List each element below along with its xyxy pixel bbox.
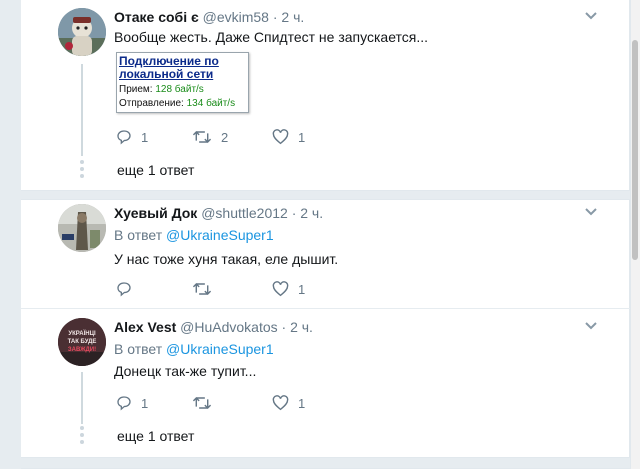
user-handle[interactable]: @HuAdvokatos (180, 319, 277, 335)
avatar[interactable]: УКРАЇНЦІ ТАК БУДЕ ЗАВЖДИ! (58, 318, 106, 366)
reply-count: 1 (141, 395, 149, 411)
reply-to-link[interactable]: @UkraineSuper1 (166, 227, 274, 243)
thread-line (81, 64, 83, 156)
svg-text:ТАК БУДЕ: ТАК БУДЕ (68, 339, 97, 345)
heart-icon (272, 129, 289, 145)
like-button[interactable]: 1 (272, 393, 305, 413)
chevron-down-icon[interactable] (584, 207, 598, 217)
timestamp[interactable]: · 2 ч. (292, 205, 323, 221)
thread-dots (79, 426, 85, 447)
reply-icon (117, 396, 131, 411)
retweet-icon (192, 282, 212, 296)
reply-button[interactable]: 1 (116, 127, 148, 147)
retweet-count: 2 (221, 129, 229, 145)
heart-icon (272, 395, 289, 411)
conversation-feed (21, 0, 630, 469)
reply-icon (117, 282, 131, 297)
chevron-down-icon[interactable] (584, 321, 598, 331)
show-more-replies-link[interactable]: еще 1 ответ (117, 428, 194, 444)
thread-dots (79, 160, 85, 181)
like-count: 1 (298, 395, 306, 411)
tweet-separator (21, 308, 630, 309)
display-name[interactable]: Alex Vest (114, 319, 176, 335)
like-button[interactable]: 1 (272, 127, 305, 147)
retweet-button[interactable]: 2 (192, 127, 228, 147)
page-background-left (0, 0, 21, 469)
thread-divider (21, 457, 630, 469)
retweet-icon (192, 130, 212, 144)
media-send-row: Отправление: 134 байт/s (119, 98, 236, 109)
avatar[interactable] (58, 204, 106, 252)
reply-button[interactable]: 1 (116, 393, 148, 413)
reply-button[interactable] (116, 279, 141, 299)
svg-text:ЗАВЖДИ!: ЗАВЖДИ! (68, 347, 96, 353)
media-title: Подключение по локальной сети (119, 54, 219, 81)
user-handle[interactable]: @evkim58 (203, 9, 269, 25)
timestamp[interactable]: · 2 ч. (282, 319, 313, 335)
like-button[interactable]: 1 (272, 279, 305, 299)
like-count: 1 (298, 129, 306, 145)
display-name[interactable]: Хуевый Док (114, 205, 197, 221)
heart-icon (272, 281, 289, 297)
chevron-down-icon[interactable] (584, 11, 598, 21)
tweet-text: Донецк так-же тупит... (114, 363, 257, 379)
avatar-image (58, 204, 106, 252)
avatar[interactable] (58, 8, 106, 56)
user-handle[interactable]: @shuttle2012 (201, 205, 288, 221)
reply-count: 1 (141, 129, 149, 145)
retweet-button[interactable] (192, 393, 221, 413)
media-receive-row: Прием: 128 байт/s (119, 84, 204, 95)
tweet-text: Вообще жесть. Даже Спидтест не запускает… (114, 29, 429, 45)
tweet-header: Alex Vest @HuAdvokatos · 2 ч. (114, 318, 313, 336)
reply-to-link[interactable]: @UkraineSuper1 (166, 341, 274, 357)
avatar-image (58, 8, 106, 56)
retweet-icon (192, 396, 212, 410)
tweet-actions: 1 1 (116, 393, 316, 413)
tweet-header: Отаке собі є @evkim58 · 2 ч. (114, 8, 304, 26)
reply-icon (117, 130, 131, 145)
thread-divider (21, 190, 630, 200)
tweet-header: Хуевый Док @shuttle2012 · 2 ч. (114, 204, 323, 222)
timestamp[interactable]: · 2 ч. (273, 9, 304, 25)
show-more-replies-link[interactable]: еще 1 ответ (117, 162, 194, 178)
reply-context: В ответ @UkraineSuper1 (114, 341, 274, 357)
like-count: 1 (298, 281, 306, 297)
tweet-actions: 1 (116, 279, 316, 299)
reply-context: В ответ @UkraineSuper1 (114, 227, 274, 243)
scrollbar-thumb[interactable] (632, 40, 638, 260)
svg-text:УКРАЇНЦІ: УКРАЇНЦІ (68, 330, 96, 337)
avatar-image: УКРАЇНЦІ ТАК БУДЕ ЗАВЖДИ! (58, 318, 106, 366)
tweet-media-image[interactable]: Подключение по локальной сети Прием: 128… (116, 52, 249, 113)
thread-line (81, 372, 83, 424)
tweet-actions: 1 2 1 (116, 127, 316, 147)
retweet-button[interactable] (192, 279, 221, 299)
tweet-text: У нас тоже хуня такая, еле дышит. (114, 251, 339, 267)
display-name[interactable]: Отаке собі є (114, 9, 199, 25)
